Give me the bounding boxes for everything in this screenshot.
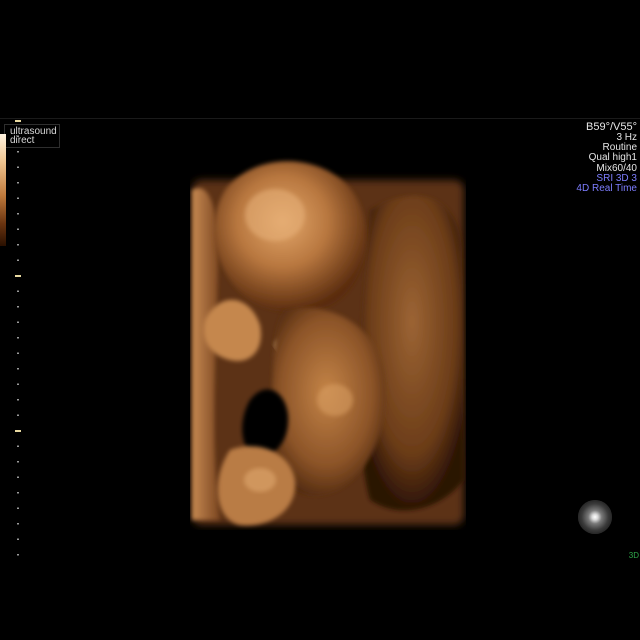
gray-map-bar xyxy=(0,134,6,246)
depth-minor-tick xyxy=(17,228,19,230)
depth-minor-tick xyxy=(17,197,19,199)
depth-minor-tick xyxy=(17,538,19,540)
depth-minor-tick xyxy=(17,244,19,246)
depth-minor-tick xyxy=(17,182,19,184)
depth-minor-tick xyxy=(17,461,19,463)
header-divider xyxy=(0,118,640,119)
depth-minor-tick xyxy=(17,337,19,339)
render-heel-highlight xyxy=(244,468,276,492)
depth-minor-tick xyxy=(17,166,19,168)
depth-minor-tick xyxy=(17,135,19,137)
depth-minor-tick xyxy=(17,368,19,370)
depth-minor-tick xyxy=(17,213,19,215)
trackball-icon[interactable] xyxy=(578,500,612,534)
depth-minor-tick xyxy=(17,507,19,509)
depth-minor-tick xyxy=(17,383,19,385)
fetal-3d-render[interactable] xyxy=(190,150,466,530)
depth-minor-tick xyxy=(17,492,19,494)
depth-minor-tick xyxy=(17,445,19,447)
depth-minor-tick xyxy=(17,321,19,323)
depth-major-tick xyxy=(15,120,21,122)
3d-corner-label: 3D xyxy=(628,551,639,560)
acquisition-info-panel: B59°/V55° 3 Hz Routine Qual high1 Mix60/… xyxy=(576,121,637,194)
depth-scale xyxy=(15,120,21,556)
depth-major-tick xyxy=(15,275,21,277)
render-knee-highlight xyxy=(317,384,353,416)
ultrasound-viewport: ultrasound direct B59°/V55° 3 Hz Routine… xyxy=(0,0,640,640)
depth-minor-tick xyxy=(17,554,19,556)
depth-minor-tick xyxy=(17,259,19,261)
depth-minor-tick xyxy=(17,399,19,401)
depth-minor-tick xyxy=(17,476,19,478)
mode-readout: 4D Real Time xyxy=(576,183,637,195)
render-forehead-highlight xyxy=(245,189,305,241)
depth-major-tick xyxy=(15,430,21,432)
depth-minor-tick xyxy=(17,306,19,308)
depth-minor-tick xyxy=(17,290,19,292)
depth-minor-tick xyxy=(17,414,19,416)
depth-minor-tick xyxy=(17,352,19,354)
depth-minor-tick xyxy=(17,151,19,153)
brand-logo: ultrasound direct xyxy=(4,124,60,148)
depth-minor-tick xyxy=(17,523,19,525)
